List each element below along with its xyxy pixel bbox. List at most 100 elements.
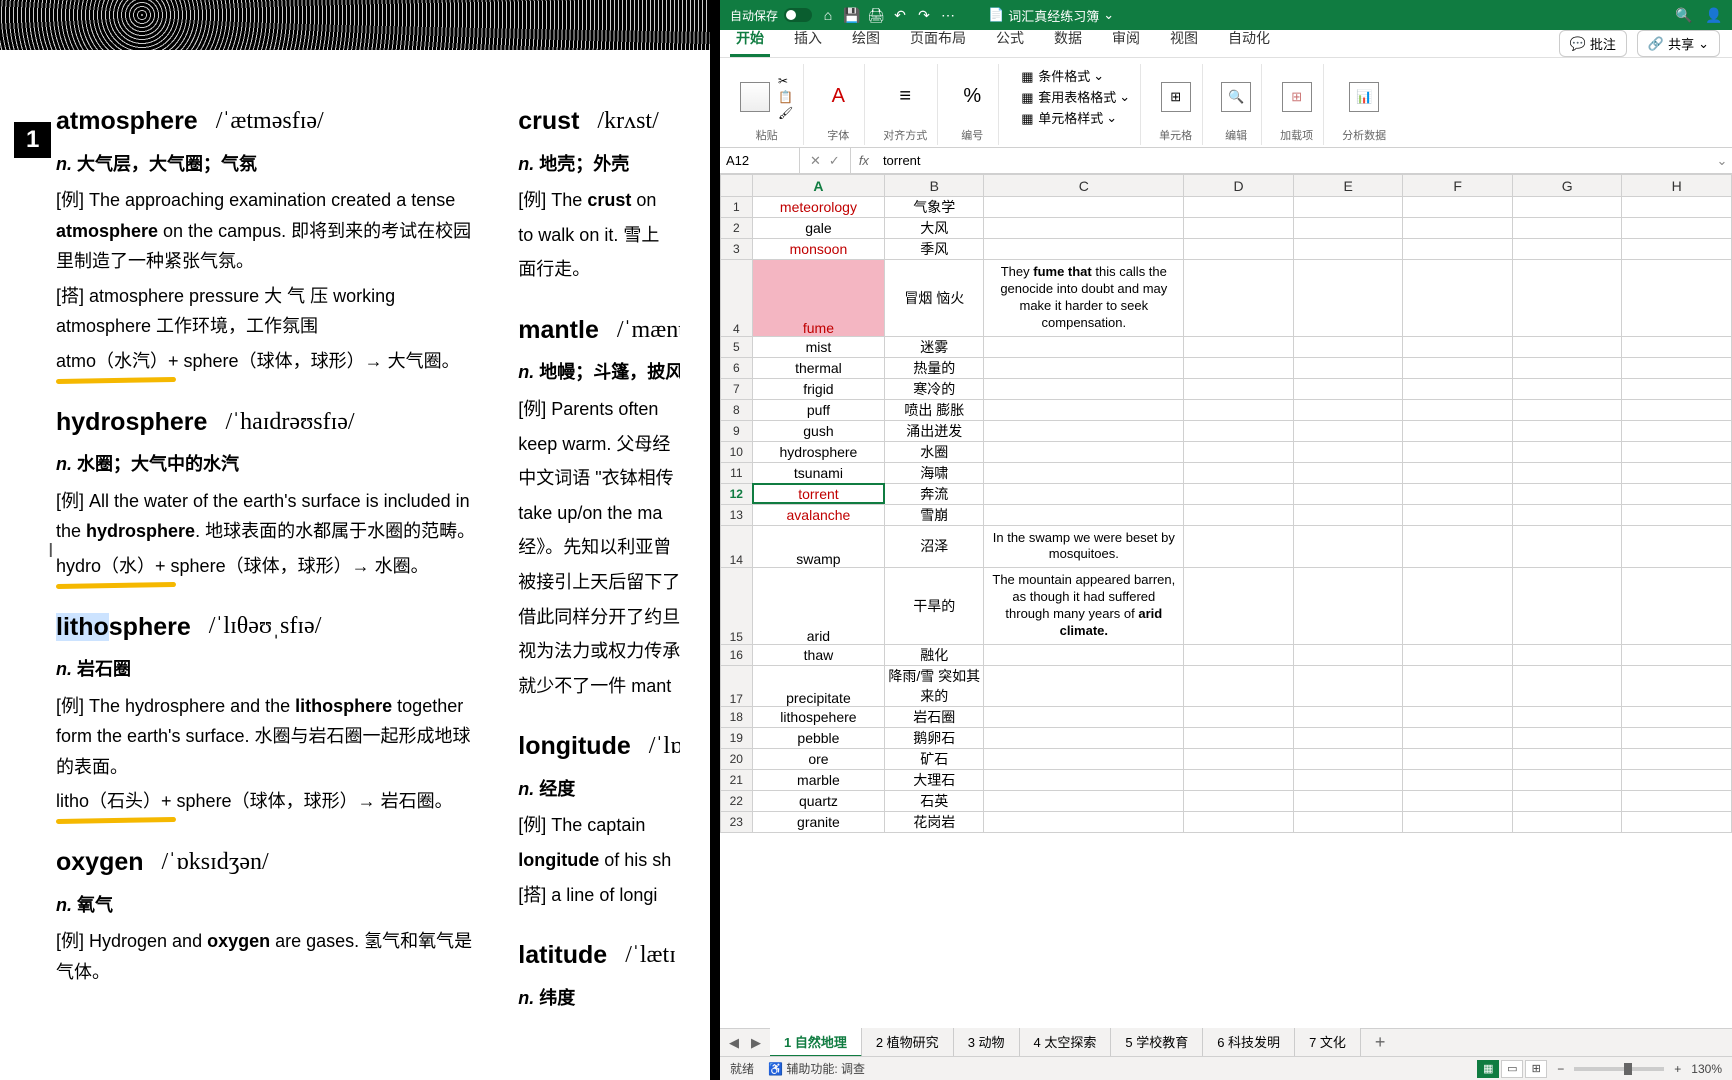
cell-E22[interactable] [1293,790,1403,811]
analyze-button[interactable]: 📊 [1349,82,1379,112]
cell-F20[interactable] [1403,748,1513,769]
column-header-D[interactable]: D [1184,175,1294,197]
cell-F10[interactable] [1403,441,1513,462]
cell-C1[interactable] [984,197,1184,218]
cell-A12[interactable]: torrent [752,483,885,504]
cell-E7[interactable] [1293,378,1403,399]
cell-C18[interactable] [984,706,1184,727]
cell-G17[interactable] [1512,665,1622,706]
confirm-entry-icon[interactable]: ✓ [829,153,840,169]
sheet-tab-7[interactable]: 7 文化 [1295,1028,1361,1057]
cell-G5[interactable] [1512,336,1622,357]
cell-C5[interactable] [984,336,1184,357]
cell-C2[interactable] [984,218,1184,239]
cell-A20[interactable]: ore [752,748,885,769]
cell-E1[interactable] [1293,197,1403,218]
ribbon-tab-页面布局[interactable]: 页面布局 [904,22,972,57]
cell-E18[interactable] [1293,706,1403,727]
cell-G9[interactable] [1512,420,1622,441]
cell-B8[interactable]: 喷出 膨胀 [885,399,984,420]
cell-A15[interactable]: arid [752,568,885,645]
row-header-15[interactable]: 15 [721,568,753,645]
cell-C22[interactable] [984,790,1184,811]
cell-A9[interactable]: gush [752,420,885,441]
cell-F18[interactable] [1403,706,1513,727]
cell-G6[interactable] [1512,357,1622,378]
cell-C11[interactable] [984,462,1184,483]
cell-E13[interactable] [1293,504,1403,525]
ribbon-tab-审阅[interactable]: 审阅 [1106,22,1146,57]
accessibility-status[interactable]: ♿ 辅助功能: 调查 [768,1060,865,1077]
cell-H19[interactable] [1622,727,1732,748]
cell-H14[interactable] [1622,525,1732,568]
cell-F21[interactable] [1403,769,1513,790]
cell-A16[interactable]: thaw [752,644,885,665]
cell-E17[interactable] [1293,665,1403,706]
cell-B20[interactable]: 矿石 [885,748,984,769]
cell-C15[interactable]: The mountain appeared barren, as though … [984,568,1184,645]
cell-A19[interactable]: pebble [752,727,885,748]
cell-E19[interactable] [1293,727,1403,748]
cell-E23[interactable] [1293,811,1403,832]
cell-B6[interactable]: 热量的 [885,357,984,378]
cell-B1[interactable]: 气象学 [885,197,984,218]
cell-G18[interactable] [1512,706,1622,727]
cell-B18[interactable]: 岩石圈 [885,706,984,727]
row-header-7[interactable]: 7 [721,378,753,399]
row-header-21[interactable]: 21 [721,769,753,790]
cell-C10[interactable] [984,441,1184,462]
view-page-break-button[interactable]: ⊞ [1525,1060,1547,1078]
column-header-G[interactable]: G [1512,175,1622,197]
cell-B2[interactable]: 大风 [885,218,984,239]
add-sheet-button[interactable]: + [1361,1032,1400,1053]
row-header-18[interactable]: 18 [721,706,753,727]
cell-E20[interactable] [1293,748,1403,769]
cell-D19[interactable] [1184,727,1294,748]
row-header-20[interactable]: 20 [721,748,753,769]
cell-H16[interactable] [1622,644,1732,665]
cell-E8[interactable] [1293,399,1403,420]
cell-E16[interactable] [1293,644,1403,665]
cell-A10[interactable]: hydrosphere [752,441,885,462]
edit-button[interactable]: 🔍 [1221,82,1251,112]
cell-G13[interactable] [1512,504,1622,525]
cell-H6[interactable] [1622,357,1732,378]
row-header-17[interactable]: 17 [721,665,753,706]
cell-H21[interactable] [1622,769,1732,790]
cell-D18[interactable] [1184,706,1294,727]
cell-H12[interactable] [1622,483,1732,504]
cell-F23[interactable] [1403,811,1513,832]
cell-C23[interactable] [984,811,1184,832]
cells-button[interactable]: ⊞ [1161,82,1191,112]
expand-formula-icon[interactable]: ⌄ [1712,148,1732,173]
user-icon[interactable]: 👤 [1706,7,1722,23]
cell-E2[interactable] [1293,218,1403,239]
cell-H17[interactable] [1622,665,1732,706]
cell-G11[interactable] [1512,462,1622,483]
cell-G12[interactable] [1512,483,1622,504]
cell-G15[interactable] [1512,568,1622,645]
cell-F9[interactable] [1403,420,1513,441]
column-header-A[interactable]: A [752,175,885,197]
ribbon-tab-开始[interactable]: 开始 [730,22,770,57]
cell-B12[interactable]: 奔流 [885,483,984,504]
cell-A2[interactable]: gale [752,218,885,239]
cell-A7[interactable]: frigid [752,378,885,399]
cell-F16[interactable] [1403,644,1513,665]
addins-button[interactable]: ⊞ [1282,82,1312,112]
cell-F17[interactable] [1403,665,1513,706]
cell-G22[interactable] [1512,790,1622,811]
cell-A22[interactable]: quartz [752,790,885,811]
zoom-in-button[interactable]: + [1674,1062,1681,1076]
name-box[interactable]: A12 [720,148,800,173]
cell-B7[interactable]: 寒冷的 [885,378,984,399]
cut-icon[interactable]: ✂ [778,74,793,88]
cell-C14[interactable]: In the swamp we were beset by mosquitoes… [984,525,1184,568]
cell-F3[interactable] [1403,239,1513,260]
font-button[interactable]: A [822,81,854,113]
cell-H3[interactable] [1622,239,1732,260]
cell-H13[interactable] [1622,504,1732,525]
comments-button[interactable]: 💬 批注 [1559,30,1627,57]
cell-G2[interactable] [1512,218,1622,239]
cell-E9[interactable] [1293,420,1403,441]
